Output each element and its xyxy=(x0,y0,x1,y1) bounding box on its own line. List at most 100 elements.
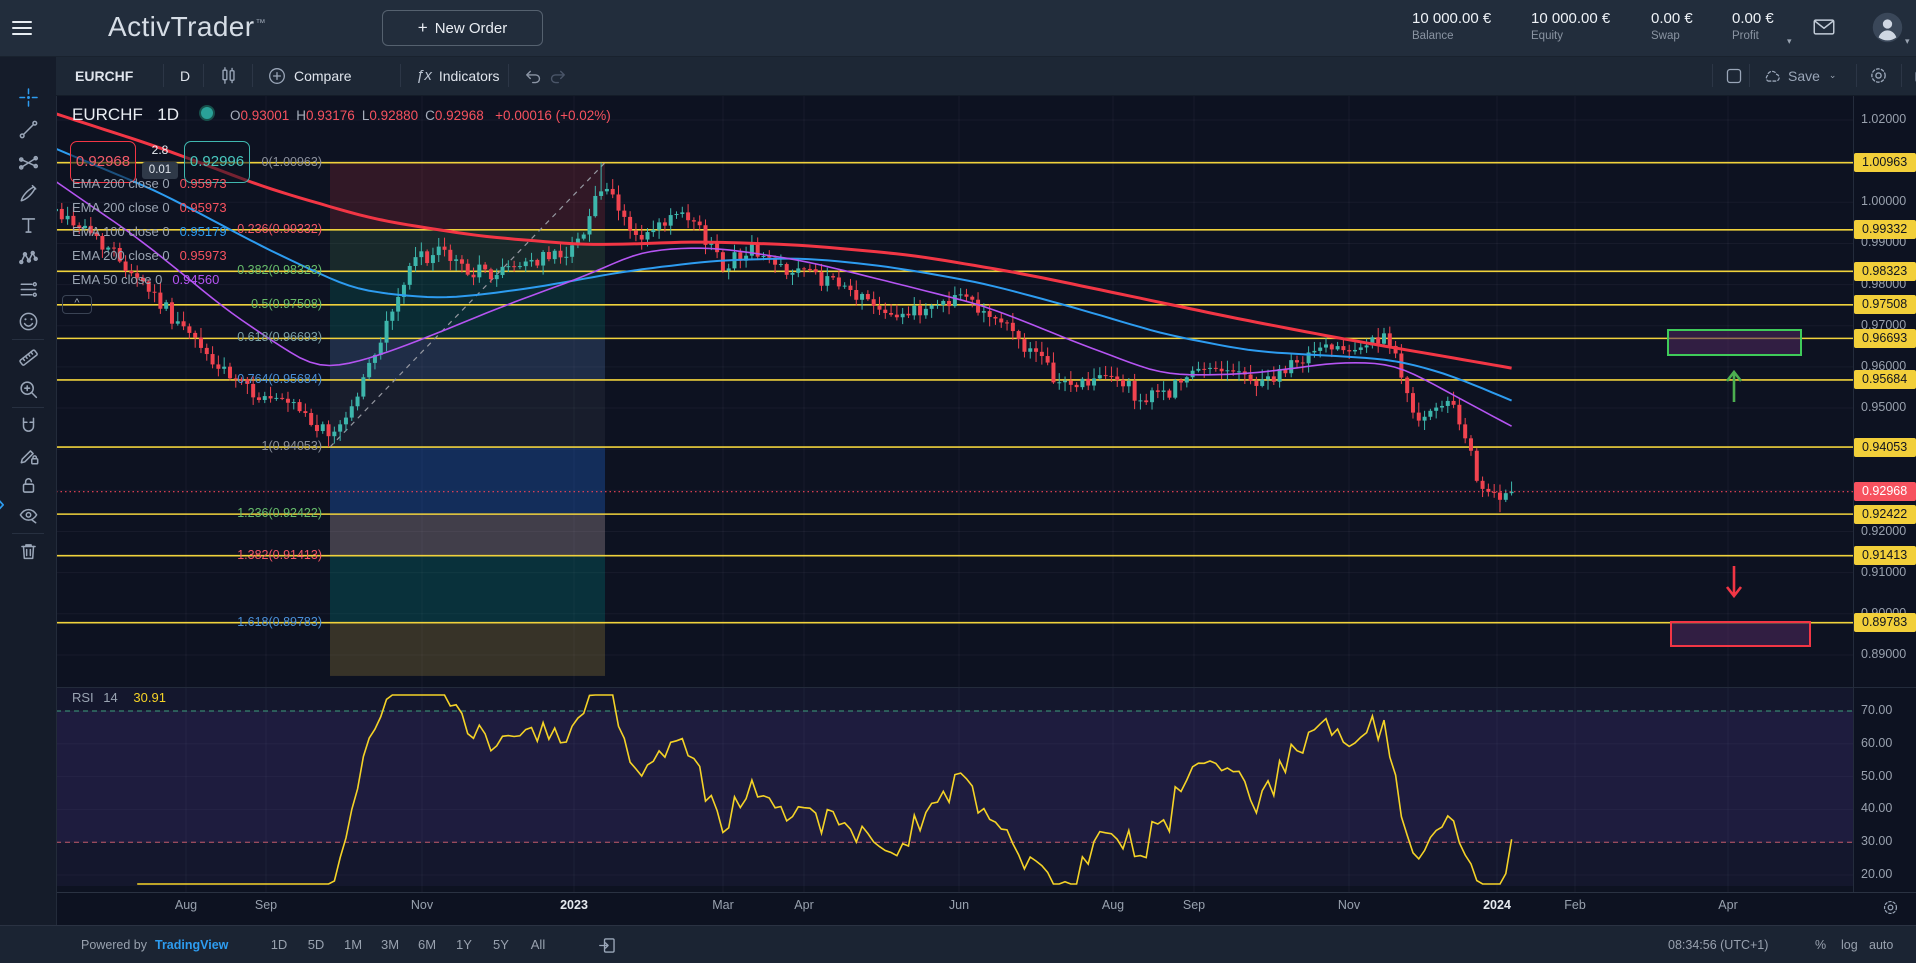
range-button-3m[interactable]: 3M xyxy=(375,933,405,957)
ohlc-value: 0.93176 xyxy=(306,108,355,123)
time-label: Sep xyxy=(255,898,277,912)
avatar-caret-icon[interactable]: ▾ xyxy=(1905,36,1910,47)
chart-toolbar: EURCHF D Compare ƒx Indicators xyxy=(56,56,1916,96)
time-label: Apr xyxy=(1718,898,1737,912)
price-label: 0.92000 xyxy=(1861,524,1906,538)
time-label: 2023 xyxy=(560,898,588,912)
emoji-icon[interactable] xyxy=(14,307,42,335)
fib-label: 0.236(0.99332) xyxy=(182,222,322,236)
account-stat-equity: 10 000.00 €Equity xyxy=(1531,10,1610,42)
price-label: 0.91000 xyxy=(1861,565,1906,579)
indicator-row[interactable]: EMA 200 close 00.95973 xyxy=(72,196,227,220)
expand-panel-chevron-icon[interactable]: › xyxy=(0,490,5,518)
avatar[interactable] xyxy=(1872,12,1903,48)
scale-settings-gear-icon[interactable] xyxy=(1882,899,1899,921)
price-level-badge: 0.96693 xyxy=(1854,329,1916,348)
collapse-indicators-button[interactable]: ^ xyxy=(62,295,92,314)
activtrader-app: ActivTrader™ +New Order 10 000.00 €Balan… xyxy=(0,0,1916,963)
time-label: Mar xyxy=(712,898,734,912)
fib-retracement-icon[interactable] xyxy=(14,147,42,175)
long-position-icon[interactable] xyxy=(14,275,42,303)
rsi-axis-label: 20.00 xyxy=(1861,867,1892,881)
market-status-icon[interactable] xyxy=(199,105,215,121)
cloud-save-icon xyxy=(1762,67,1782,85)
indicators-button[interactable]: ƒx Indicators xyxy=(416,56,500,95)
fib-label: 0.382(0.98323) xyxy=(182,263,322,277)
crosshair-icon[interactable] xyxy=(14,83,42,111)
profit-caret-icon[interactable]: ▾ xyxy=(1787,36,1792,47)
time-label: 2024 xyxy=(1483,898,1511,912)
pane-separator[interactable] xyxy=(56,687,1916,688)
range-button-5d[interactable]: 5D xyxy=(301,933,331,957)
hide-all-icon[interactable] xyxy=(14,501,42,529)
percent-scale-button[interactable]: % xyxy=(1815,926,1826,963)
zoom-in-icon[interactable] xyxy=(14,375,42,403)
tradingview-link[interactable]: TradingView xyxy=(155,926,228,963)
xabcd-pattern-icon[interactable] xyxy=(14,243,42,271)
account-stat-label: Profit xyxy=(1732,30,1774,42)
rsi-legend: RSI 14 30.91 xyxy=(72,690,166,705)
time-label: Aug xyxy=(175,898,197,912)
redo-button[interactable] xyxy=(550,56,569,95)
chart-legend: EURCHF 1D O0.93001H0.93176L0.92880C0.929… xyxy=(72,105,618,125)
fib-label: 1.618(0.89783) xyxy=(182,615,322,629)
chart-style-button[interactable] xyxy=(219,56,238,95)
range-button-1m[interactable]: 1M xyxy=(338,933,368,957)
fib-label: 1.382(0.91413) xyxy=(182,548,322,562)
interval-button[interactable]: D xyxy=(180,56,190,95)
lock-all-icon[interactable] xyxy=(14,471,42,499)
log-scale-button[interactable]: log xyxy=(1841,926,1858,963)
trend-line-icon[interactable] xyxy=(14,115,42,143)
change-value: +0.00016 (+0.02%) xyxy=(495,108,611,123)
range-button-6m[interactable]: 6M xyxy=(412,933,442,957)
layout-button[interactable] xyxy=(1725,56,1743,95)
text-icon[interactable] xyxy=(14,211,42,239)
fib-bands xyxy=(330,163,605,676)
indicator-row[interactable]: EMA 200 close 00.95973 xyxy=(72,172,227,196)
current-price-badge: 0.92968 xyxy=(1854,482,1916,501)
mail-icon[interactable] xyxy=(1812,17,1836,42)
ohlc-key: O xyxy=(230,108,241,123)
range-button-1d[interactable]: 1D xyxy=(264,933,294,957)
time-label: Apr xyxy=(794,898,813,912)
time-label: Feb xyxy=(1564,898,1586,912)
auto-scale-button[interactable]: auto xyxy=(1869,926,1893,963)
fx-icon: ƒx xyxy=(416,67,432,84)
magnet-icon[interactable] xyxy=(14,411,42,439)
settings-button[interactable] xyxy=(1869,56,1888,95)
hamburger-menu-icon[interactable] xyxy=(12,17,38,39)
powered-by: Powered by xyxy=(81,926,147,963)
price-level-badge: 0.94053 xyxy=(1854,438,1916,457)
indicator-label: EMA 200 close 0 xyxy=(72,248,170,263)
ruler-icon[interactable] xyxy=(14,343,42,371)
save-caret-icon[interactable]: ⌄ xyxy=(1829,70,1837,81)
drawing-lock-icon[interactable] xyxy=(14,441,42,469)
layout-square-icon xyxy=(1725,67,1743,85)
ohlc-key: H xyxy=(296,108,306,123)
symbol-button[interactable]: EURCHF xyxy=(75,56,133,95)
legend-interval[interactable]: 1D xyxy=(157,105,179,124)
brush-icon[interactable] xyxy=(14,179,42,207)
compare-button[interactable]: Compare xyxy=(268,56,352,95)
range-button-1y[interactable]: 1Y xyxy=(449,933,479,957)
candles-icon xyxy=(219,66,238,85)
price-level-badge: 0.99332 xyxy=(1854,220,1916,239)
range-button-all[interactable]: All xyxy=(523,933,553,957)
undo-button[interactable] xyxy=(522,56,541,95)
fib-lines xyxy=(56,163,1853,623)
ohlc-value: 0.92968 xyxy=(435,108,484,123)
fib-label: 1.236(0.92422) xyxy=(182,506,322,520)
rsi-axis-label: 60.00 xyxy=(1861,736,1892,750)
sell-zone-rect xyxy=(1671,622,1810,646)
goto-date-icon[interactable] xyxy=(598,926,617,963)
legend-symbol[interactable]: EURCHF xyxy=(72,105,143,124)
price-label: 1.02000 xyxy=(1861,112,1906,126)
plus-circle-icon xyxy=(268,67,286,85)
save-button[interactable]: Save ⌄ xyxy=(1762,56,1836,95)
new-order-button[interactable]: +New Order xyxy=(382,10,543,46)
price-level-badge: 0.91413 xyxy=(1854,546,1916,565)
undo-icon xyxy=(522,66,541,85)
fib-label: 0.618(0.96693) xyxy=(182,330,322,344)
range-button-5y[interactable]: 5Y xyxy=(486,933,516,957)
remove-all-icon[interactable] xyxy=(14,537,42,565)
